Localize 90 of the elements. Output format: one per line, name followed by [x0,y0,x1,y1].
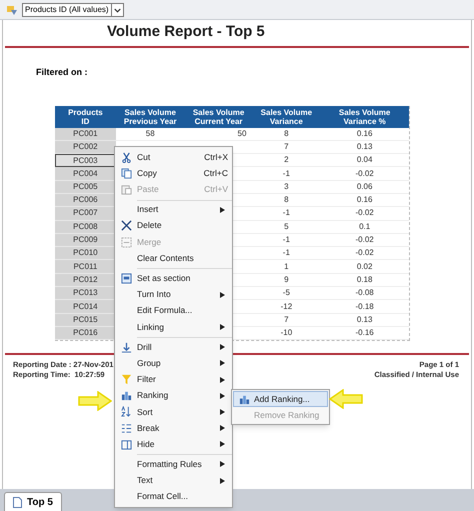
table-cell: 3 [284,180,289,193]
break-icon [120,422,132,434]
row-header-cell[interactable]: PC004 [55,167,116,181]
menu-item[interactable]: Filter [115,371,232,388]
menu-item[interactable]: Delete [115,218,232,234]
table-cell: 0.02 [356,260,372,273]
table-cell: 2 [284,154,289,166]
table-cell: 5 [284,220,289,233]
table-cell: 58 [146,128,155,140]
filter-toolbar-icon[interactable] [6,4,18,16]
report-tab[interactable]: Top 5 [4,492,62,511]
sort-icon [120,406,132,418]
table-cell: -0.16 [356,327,374,340]
table-cell: -1 [282,247,290,260]
table-cell: -0.18 [356,300,374,312]
ranking-icon [120,390,132,402]
drill-icon [120,342,132,353]
row-header-cell[interactable]: PC007 [55,207,116,221]
page-icon [13,496,22,508]
table-cell: 0.13 [356,314,372,326]
table-cell: 0.06 [356,180,372,193]
merge-icon [120,236,132,248]
table-cell: 7 [284,140,289,153]
menu-item[interactable]: Turn Into [115,286,232,303]
section-icon [120,272,132,284]
table-cell: -12 [280,300,292,312]
pointer-arrow-icon [78,391,112,411]
menu-item[interactable]: Drill [115,339,232,356]
menu-item[interactable]: Formatting Rules [115,456,232,473]
table-cell: 8 [284,194,289,206]
menu-item[interactable]: Add Ranking... [233,391,328,407]
menu-item[interactable]: Format Cell... [115,488,232,505]
column-header: Products ID [67,106,104,128]
row-header-cell[interactable]: PC001 [55,128,116,141]
table-cell: 0.16 [356,128,372,140]
table-cell: -0.08 [356,287,374,300]
funnel-icon [120,374,132,386]
table-cell: -1 [282,168,290,180]
menu-item[interactable]: Linking [115,318,232,336]
table-cell: -0.02 [356,234,374,246]
table-cell: 0.16 [356,194,372,206]
column-header: Sales Volume Variance [260,106,314,128]
paste-icon [120,184,132,195]
table-cell: -1 [282,234,290,246]
table-cell: -0.02 [356,247,374,260]
menu-item[interactable]: Edit Formula... [115,302,232,319]
caret-icon [110,4,123,16]
hide-icon [120,438,132,450]
menu-item[interactable]: Hide [115,436,232,452]
row-header-cell[interactable]: PC014 [55,300,116,314]
copy-icon [120,168,132,179]
table-cell: -0.02 [356,207,374,220]
table-cell: 0.04 [356,154,372,166]
close-icon [120,220,132,232]
table-cell: 1 [284,260,289,273]
menu-item[interactable]: Clear Contents [115,250,232,266]
table-cell: 0.1 [359,220,370,233]
table-cell: 0.18 [356,274,372,286]
table-cell: 8 [284,128,289,140]
row-header-cell[interactable]: PC010 [55,247,116,260]
menu-item[interactable]: Insert [115,202,232,218]
table-cell: -1 [282,207,290,220]
menu-item[interactable]: Text [115,472,232,489]
row-header-cell[interactable]: PC011 [55,260,116,274]
menu-item[interactable]: Group [115,355,232,372]
table-cell: 7 [284,314,289,326]
row-header-cell[interactable]: PC013 [55,287,116,300]
column-header: Sales Volume Previous Year [122,106,178,128]
ranking-icon [238,394,250,404]
table-cell: -0.02 [356,168,374,180]
report-title: Volume Report - Top 5 [107,22,265,42]
table-cell: -10 [280,327,292,340]
column-header: Sales Volume Current Year [192,106,246,128]
menu-item[interactable]: Sort [115,404,232,420]
menu-item[interactable]: Cut Ctrl+X [115,149,232,166]
column-header: Sales Volume Variance % [338,106,392,128]
menu-item[interactable]: Ranking [115,388,232,404]
filter-dropdown[interactable]: Products ID (All values) [22,2,124,16]
menu-item[interactable]: Set as section [115,270,232,286]
filter-label: Filtered on : [36,66,88,79]
row-header-cell[interactable]: PC003 [55,154,116,168]
table-cell: 0.13 [356,140,372,153]
table-cell: 50 [238,128,246,140]
table-cell: -5 [282,287,290,300]
scissors-icon [120,152,132,163]
menu-item[interactable]: Break [115,420,232,436]
menu-item[interactable]: Copy Ctrl+C [115,165,232,182]
row-header-cell[interactable]: PC002 [55,140,116,154]
table-cell: 9 [284,274,289,286]
pointer-arrow-icon [329,389,363,409]
